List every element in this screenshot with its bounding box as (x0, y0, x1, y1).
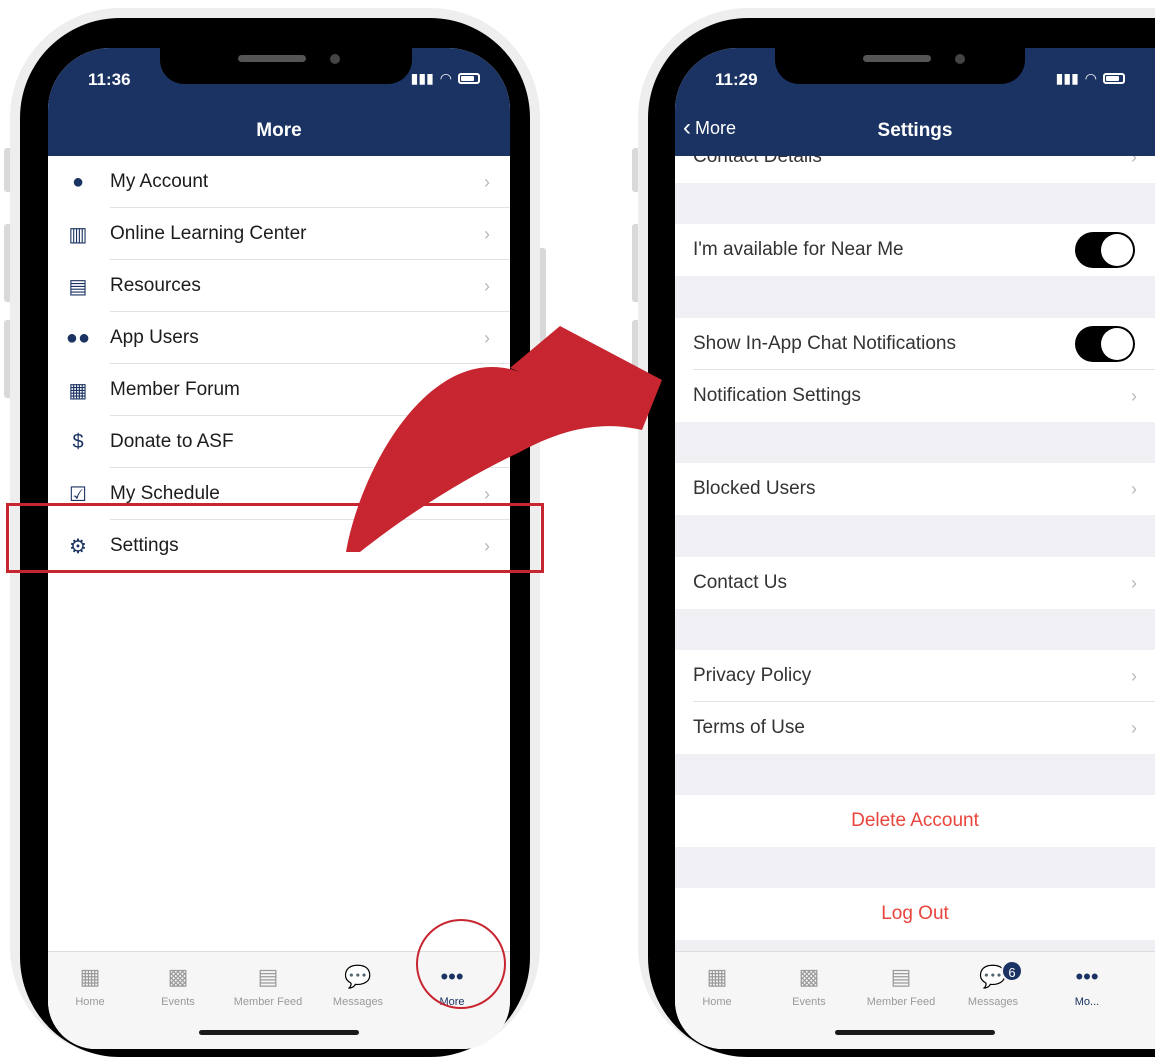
arrow-icon (346, 326, 662, 552)
